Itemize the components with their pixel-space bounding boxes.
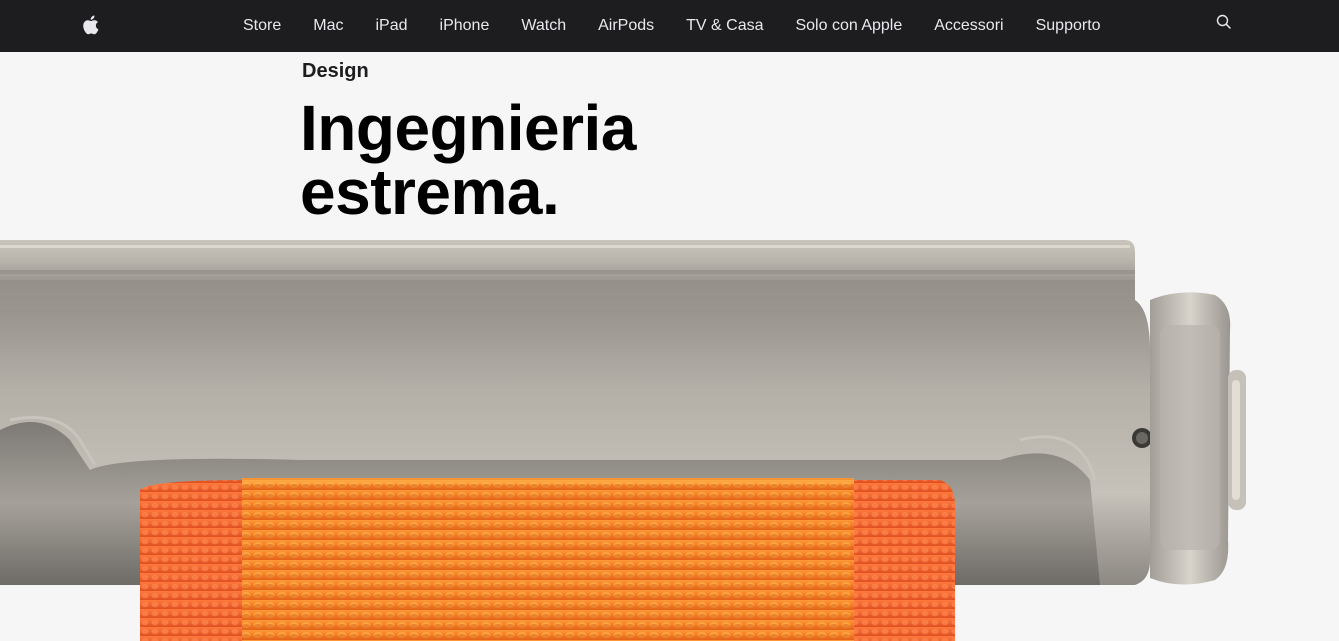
nav-item-watch[interactable]: Watch — [505, 17, 582, 35]
nav-menu: Store Mac iPad iPhone Watch AirPods TV &… — [227, 0, 1117, 52]
nav-item-solo-con-apple[interactable]: Solo con Apple — [779, 17, 918, 35]
apple-logo-icon[interactable] — [80, 14, 100, 36]
nav-item-mac[interactable]: Mac — [297, 17, 359, 35]
section-eyebrow: Design — [302, 60, 369, 82]
nav-item-iphone[interactable]: iPhone — [424, 17, 506, 35]
nav-item-tv-casa[interactable]: TV & Casa — [670, 17, 779, 35]
watch-product-image — [0, 240, 1246, 641]
nav-item-accessori[interactable]: Accessori — [918, 17, 1019, 35]
hero-headline-line-2: estrema. — [300, 156, 560, 228]
hero-headline-line-1: Ingegnieria — [300, 92, 636, 164]
design-hero-section: Design Ingegnieria estrema. — [0, 52, 1339, 641]
global-nav: Store Mac iPad iPhone Watch AirPods TV &… — [0, 0, 1339, 52]
nav-item-airpods[interactable]: AirPods — [582, 17, 670, 35]
nav-item-ipad[interactable]: iPad — [359, 17, 423, 35]
nav-item-supporto[interactable]: Supporto — [1020, 17, 1117, 35]
hero-headline: Ingegnieria estrema. — [300, 96, 636, 224]
nav-item-store[interactable]: Store — [227, 17, 297, 35]
search-icon[interactable] — [1215, 13, 1233, 31]
